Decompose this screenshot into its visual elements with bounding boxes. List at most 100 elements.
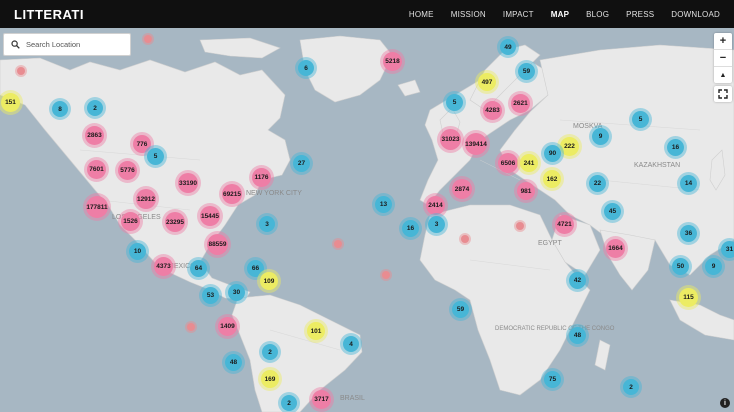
- cluster-marker[interactable]: 4283: [483, 101, 502, 120]
- search-location-box: [3, 33, 131, 56]
- zoom-controls: + − ▲: [714, 33, 732, 83]
- litterati-logo[interactable]: LITTERATI: [14, 7, 84, 22]
- litter-point[interactable]: [461, 235, 469, 243]
- litter-point[interactable]: [334, 240, 342, 248]
- nav-home[interactable]: HOME: [409, 10, 434, 19]
- cluster-marker[interactable]: 5776: [118, 161, 137, 180]
- cluster-marker[interactable]: 88559: [207, 234, 228, 255]
- cluster-marker[interactable]: 64: [190, 260, 207, 277]
- cluster-marker[interactable]: 59: [452, 301, 469, 318]
- nav-mission[interactable]: MISSION: [451, 10, 486, 19]
- cluster-marker[interactable]: 5: [632, 111, 649, 128]
- zoom-out-button[interactable]: −: [714, 50, 732, 67]
- cluster-marker[interactable]: 3717: [312, 390, 331, 409]
- fullscreen-button[interactable]: [714, 86, 732, 102]
- cluster-marker[interactable]: 53: [202, 287, 219, 304]
- cluster-marker[interactable]: 45: [604, 203, 621, 220]
- cluster-marker[interactable]: 2863: [85, 126, 104, 145]
- litter-point[interactable]: [144, 35, 152, 43]
- cluster-marker[interactable]: 4373: [154, 257, 173, 276]
- cluster-marker[interactable]: 75: [544, 371, 561, 388]
- cluster-marker[interactable]: 59: [518, 63, 535, 80]
- cluster-marker[interactable]: 7601: [87, 160, 106, 179]
- litter-point[interactable]: [187, 323, 195, 331]
- compass-button[interactable]: ▲: [714, 67, 732, 83]
- cluster-marker[interactable]: 4: [343, 336, 359, 352]
- cluster-marker[interactable]: 3: [259, 216, 275, 232]
- cluster-marker[interactable]: 6: [298, 60, 314, 76]
- world-map[interactable]: MOSKVA NEW YORK CITY LOS ANGELES MEXICO …: [0, 28, 734, 412]
- cluster-marker[interactable]: 1176: [252, 168, 271, 187]
- cluster-marker[interactable]: 109: [260, 272, 278, 290]
- cluster-marker[interactable]: 48: [225, 354, 242, 371]
- cluster-marker[interactable]: 169: [261, 370, 279, 388]
- cluster-marker[interactable]: 2414: [426, 196, 445, 215]
- cluster-marker[interactable]: 151: [1, 93, 20, 112]
- cluster-marker[interactable]: 12912: [136, 189, 156, 209]
- main-nav: HOME MISSION IMPACT MAP BLOG PRESS DOWNL…: [392, 10, 720, 19]
- cluster-marker[interactable]: 1664: [606, 239, 625, 258]
- cluster-marker[interactable]: 8: [52, 101, 68, 117]
- cluster-marker[interactable]: 16: [667, 139, 684, 156]
- search-location-input[interactable]: [26, 40, 121, 49]
- cluster-marker[interactable]: 27: [293, 155, 310, 172]
- cluster-marker[interactable]: 33190: [178, 173, 198, 193]
- cluster-marker[interactable]: 10: [129, 243, 146, 260]
- cluster-marker[interactable]: 1526: [121, 212, 140, 231]
- cluster-marker[interactable]: 31: [721, 241, 734, 258]
- info-button[interactable]: i: [720, 398, 730, 408]
- cluster-marker[interactable]: 22: [589, 175, 606, 192]
- cluster-marker[interactable]: 14: [680, 175, 697, 192]
- cluster-marker[interactable]: 222: [560, 137, 579, 156]
- cluster-marker[interactable]: 9: [705, 258, 722, 275]
- nav-blog[interactable]: BLOG: [586, 10, 609, 19]
- cluster-marker[interactable]: 2: [262, 344, 278, 360]
- cluster-marker[interactable]: 69215: [222, 184, 242, 204]
- cluster-marker[interactable]: 15445: [200, 206, 220, 226]
- cluster-marker[interactable]: 2621: [511, 94, 530, 113]
- nav-press[interactable]: PRESS: [626, 10, 654, 19]
- litter-point[interactable]: [382, 271, 390, 279]
- cluster-marker[interactable]: 90: [544, 145, 561, 162]
- place-label-kazakhstan: KAZAKHSTAN: [634, 162, 681, 169]
- cluster-marker[interactable]: 6506: [498, 153, 518, 173]
- cluster-marker[interactable]: 497: [478, 73, 496, 91]
- cluster-marker[interactable]: 4721: [555, 215, 574, 234]
- cluster-marker[interactable]: 49: [500, 39, 516, 55]
- cluster-marker[interactable]: 2874: [452, 179, 472, 199]
- cluster-marker[interactable]: 241: [520, 154, 538, 172]
- top-navigation-bar: LITTERATI HOME MISSION IMPACT MAP BLOG P…: [0, 0, 734, 28]
- cluster-marker[interactable]: 42: [569, 272, 586, 289]
- cluster-marker[interactable]: 23295: [165, 212, 185, 232]
- place-label-new-york-city: NEW YORK CITY: [246, 190, 302, 197]
- nav-download[interactable]: DOWNLOAD: [671, 10, 720, 19]
- cluster-marker[interactable]: 48: [569, 327, 586, 344]
- cluster-marker[interactable]: 5: [147, 148, 164, 165]
- cluster-marker[interactable]: 3: [428, 216, 445, 233]
- cluster-marker[interactable]: 2: [281, 395, 297, 411]
- cluster-marker[interactable]: 101: [307, 322, 325, 340]
- cluster-marker[interactable]: 31023: [440, 129, 461, 150]
- nav-map[interactable]: MAP: [551, 10, 569, 19]
- cluster-marker[interactable]: 177811: [86, 196, 108, 218]
- nav-impact[interactable]: IMPACT: [503, 10, 534, 19]
- cluster-marker[interactable]: 36: [680, 225, 697, 242]
- cluster-marker[interactable]: 30: [228, 284, 245, 301]
- cluster-marker[interactable]: 981: [517, 182, 535, 200]
- cluster-marker[interactable]: 5218: [383, 52, 402, 71]
- cluster-marker[interactable]: 50: [672, 258, 689, 275]
- litter-point[interactable]: [17, 67, 25, 75]
- litter-point[interactable]: [516, 222, 524, 230]
- zoom-in-button[interactable]: +: [714, 33, 732, 50]
- cluster-marker[interactable]: 2: [623, 379, 639, 395]
- cluster-marker[interactable]: 13: [375, 196, 392, 213]
- cluster-marker[interactable]: 1409: [218, 317, 237, 336]
- map-land-layer: [0, 35, 734, 412]
- cluster-marker[interactable]: 115: [679, 288, 698, 307]
- cluster-marker[interactable]: 9: [592, 128, 609, 145]
- cluster-marker[interactable]: 5: [446, 94, 463, 111]
- cluster-marker[interactable]: 162: [543, 170, 561, 188]
- cluster-marker[interactable]: 2: [87, 100, 103, 116]
- cluster-marker[interactable]: 139414: [465, 133, 487, 155]
- cluster-marker[interactable]: 16: [402, 220, 419, 237]
